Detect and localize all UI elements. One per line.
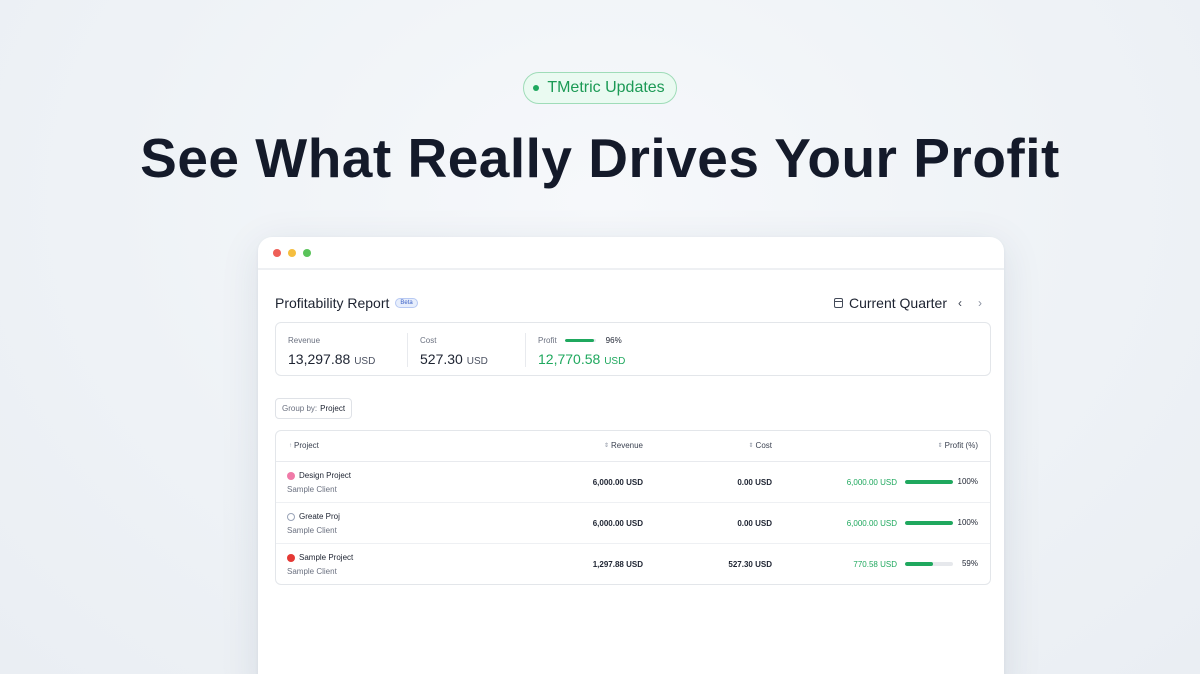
period-selector[interactable]: Current Quarter ‹ › xyxy=(833,295,987,311)
client-name: Sample Client xyxy=(287,526,337,535)
cost-summary: Cost 527.30 USD xyxy=(407,333,488,367)
revenue-cell: 1,297.88 USD xyxy=(592,560,643,569)
column-header-project[interactable]: ↑ Project xyxy=(289,441,319,450)
group-by-label: Group by: xyxy=(282,404,318,413)
profit-label: Profit xyxy=(538,335,557,345)
revenue-cell: 6,000.00 USD xyxy=(592,519,643,528)
table-row[interactable]: Design Project Sample Client 6,000.00 US… xyxy=(276,462,990,503)
badge-dot-icon xyxy=(533,85,540,91)
profit-value: 12,770.58 USD xyxy=(538,351,626,367)
project-color-dot xyxy=(287,553,295,562)
report-title: Profitability Report xyxy=(275,295,390,311)
group-by-value: Project xyxy=(320,404,346,413)
project-name: Sample Project xyxy=(299,553,354,562)
window-titlebar xyxy=(258,237,1004,270)
profit-percent-cell: 100% xyxy=(957,518,978,527)
revenue-value: 13,297.88 USD xyxy=(288,351,376,367)
table-row[interactable]: Greate Proj Sample Client 6,000.00 USD 0… xyxy=(276,503,990,544)
sort-icon: ⇕ xyxy=(937,443,943,449)
cost-value: 527.30 USD xyxy=(420,351,488,367)
next-period-button[interactable]: › xyxy=(973,296,987,310)
summary-card: Revenue 13,297.88 USD Cost 527.30 USD Pr… xyxy=(275,322,991,376)
beta-badge: Beta xyxy=(395,298,418,308)
profit-cell: 770.58 USD xyxy=(853,560,897,569)
period-label[interactable]: Current Quarter xyxy=(849,295,947,311)
page-headline: See What Really Drives Your Profit xyxy=(140,127,1060,189)
table-header: ↑ Project ⇕ Revenue ⇕ Cost ⇕ Profit (%) xyxy=(276,431,990,462)
sort-icon: ⇕ xyxy=(603,443,609,449)
table-row[interactable]: Sample Project Sample Client 1,297.88 US… xyxy=(276,544,990,585)
client-name: Sample Client xyxy=(287,567,337,576)
revenue-label: Revenue xyxy=(288,335,321,345)
revenue-cell: 6,000.00 USD xyxy=(592,478,643,487)
sort-asc-icon: ↑ xyxy=(289,442,292,449)
profit-progress-bar xyxy=(564,338,596,342)
profit-percent: 96% xyxy=(605,335,622,345)
badge-label: TMetric Updates xyxy=(547,79,665,96)
close-window-icon[interactable] xyxy=(273,248,281,257)
project-name: Greate Proj xyxy=(299,512,340,521)
group-by-button[interactable]: Group by: Project xyxy=(275,398,353,419)
sort-icon: ⇕ xyxy=(748,443,754,449)
project-color-dot xyxy=(287,512,295,521)
profit-bar xyxy=(905,562,953,566)
profit-percent-cell: 59% xyxy=(961,559,978,568)
project-color-dot xyxy=(287,471,295,480)
profit-table: ↑ Project ⇕ Revenue ⇕ Cost ⇕ Profit (%) Desi… xyxy=(275,430,991,585)
column-header-cost[interactable]: ⇕ Cost xyxy=(749,441,772,450)
profit-percent-cell: 100% xyxy=(957,477,978,486)
app-window: Profitability Report Beta Current Quarte… xyxy=(258,237,1004,674)
profit-cell: 6,000.00 USD xyxy=(846,519,897,528)
maximize-window-icon[interactable] xyxy=(303,248,311,257)
calendar-icon xyxy=(833,298,843,308)
column-header-profit[interactable]: ⇕ Profit (%) xyxy=(938,441,978,450)
report-header: Profitability Report Beta Current Quarte… xyxy=(275,293,987,313)
profit-bar xyxy=(905,480,953,484)
updates-badge[interactable]: TMetric Updates xyxy=(523,72,677,104)
cost-cell: 0.00 USD xyxy=(737,519,772,528)
client-name: Sample Client xyxy=(287,485,337,494)
minimize-window-icon[interactable] xyxy=(288,248,296,257)
profit-cell: 6,000.00 USD xyxy=(846,478,897,487)
project-name: Design Project xyxy=(299,471,352,480)
column-header-revenue[interactable]: ⇕ Revenue xyxy=(604,441,643,450)
profit-summary: Profit 96% 12,770.58 USD xyxy=(525,333,625,367)
previous-period-button[interactable]: ‹ xyxy=(953,296,967,310)
cost-label: Cost xyxy=(420,335,437,345)
cost-cell: 527.30 USD xyxy=(728,560,772,569)
cost-cell: 0.00 USD xyxy=(737,478,772,487)
profit-bar xyxy=(905,521,953,525)
revenue-summary: Revenue 13,297.88 USD xyxy=(288,323,375,375)
